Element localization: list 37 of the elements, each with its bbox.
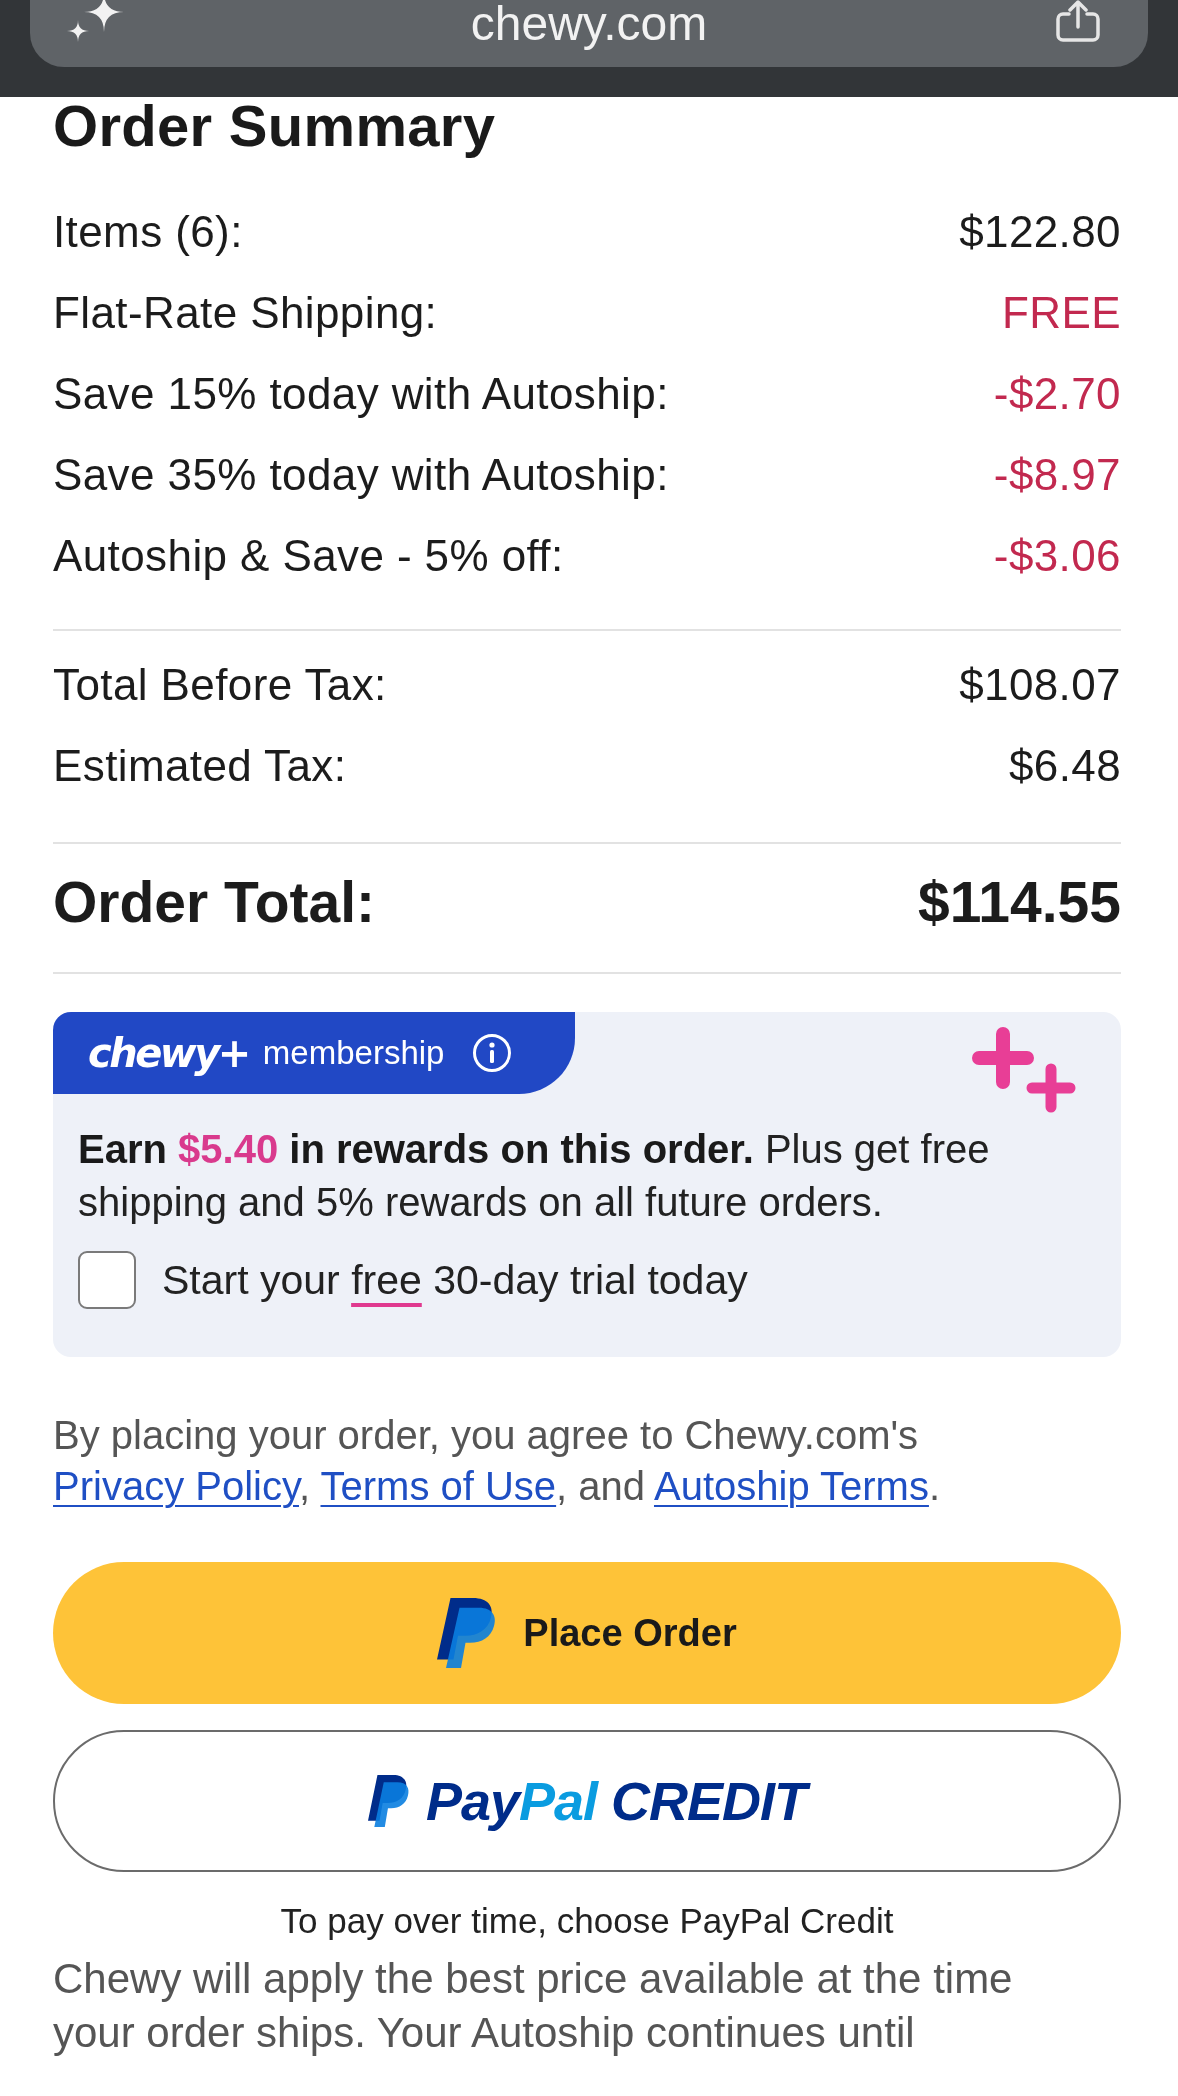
terms-link[interactable]: Terms of Use: [320, 1464, 557, 1508]
summary-value: $108.07: [959, 659, 1121, 710]
share-icon[interactable]: [1054, 0, 1102, 42]
place-order-button[interactable]: Place Order: [53, 1562, 1121, 1704]
trial-label[interactable]: Start your free 30-day trial today: [162, 1256, 748, 1304]
summary-label: Flat-Rate Shipping:: [53, 287, 438, 338]
terms-text: By placing your order, you agree to Chewy.com's Privacy Policy, Terms of Use, and Autoship Terms.: [53, 1412, 942, 1510]
price-note: Chewy will apply the best price available at the time your order ships. Your Autoship continues until: [53, 1954, 1014, 2058]
address-bar[interactable]: chewy.com: [30, 0, 1148, 67]
summary-value: -$8.97: [993, 449, 1121, 500]
summary-value: $122.80: [959, 206, 1121, 257]
plus-icon: [1026, 1063, 1076, 1113]
rewards-message: Earn $5.40 in rewards on this order. Plus get free shipping and 5% rewards on all future orders.: [78, 1126, 991, 1226]
summary-value: -$3.06: [993, 530, 1121, 581]
summary-label: Estimated Tax:: [53, 740, 347, 791]
info-icon[interactable]: [472, 1033, 513, 1073]
summary-value: FREE: [1002, 287, 1121, 338]
summary-label: Save 35% today with Autoship:: [53, 449, 669, 500]
summary-label: Items (6):: [53, 206, 243, 257]
paypal-icon: [367, 1775, 410, 1827]
terms-link[interactable]: Autoship Terms: [654, 1464, 929, 1508]
paypal-credit-button[interactable]: PayPal CREDIT: [53, 1730, 1121, 1872]
trial-checkbox[interactable]: [78, 1251, 136, 1309]
paypal-credit-note: To pay over time, choose PayPal Credit: [279, 1900, 895, 1942]
summary-label: Order Total:: [53, 868, 375, 935]
summary-value: -$2.70: [993, 368, 1121, 419]
summary-value: $114.55: [918, 868, 1121, 935]
paypal-icon: [437, 1598, 498, 1668]
plus-icon: [972, 1027, 1034, 1089]
membership-label: membership: [262, 1034, 445, 1072]
summary-label: Total Before Tax:: [53, 659, 387, 710]
url-text: chewy.com: [470, 0, 708, 48]
summary-label: Save 15% today with Autoship:: [53, 368, 669, 419]
summary-value: $6.48: [1008, 740, 1121, 791]
logo-text: chewy+: [88, 1030, 249, 1076]
summary-label: Autoship & Save - 5% off:: [53, 530, 564, 581]
terms-link[interactable]: Privacy Policy: [53, 1464, 299, 1508]
